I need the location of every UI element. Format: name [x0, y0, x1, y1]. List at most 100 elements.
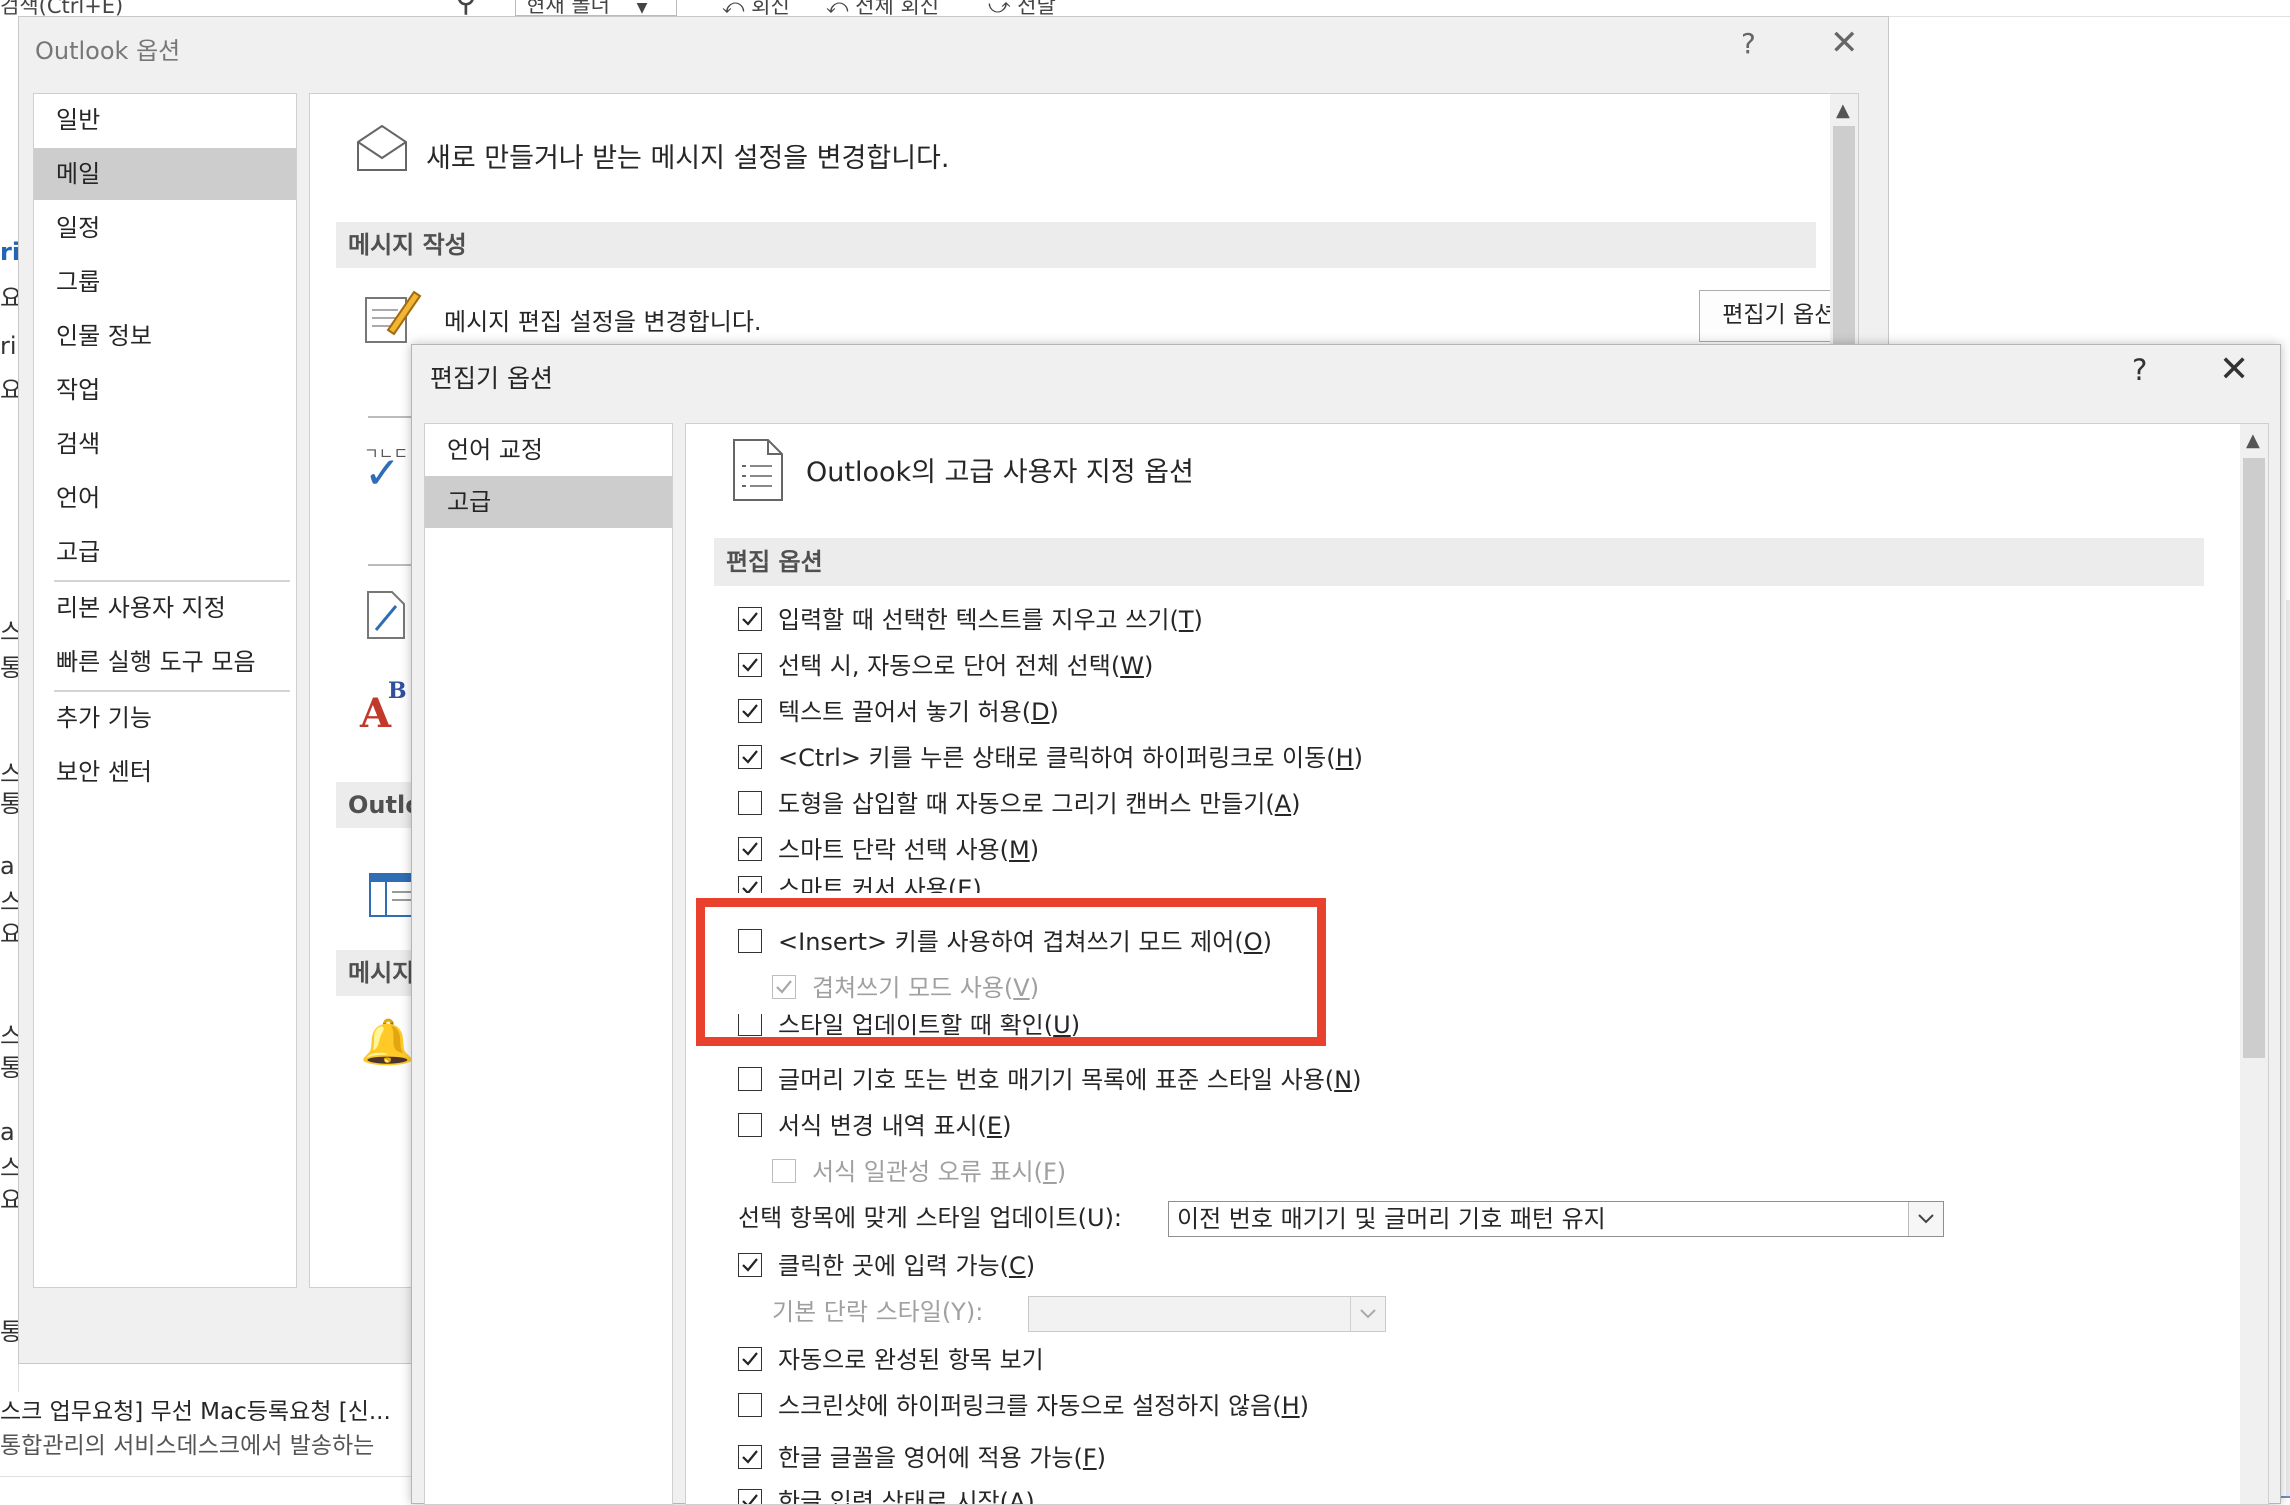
option-normal-style-lists[interactable]: 글머리 기호 또는 번호 매기기 목록에 표준 스타일 사용(N) — [738, 1060, 1362, 1100]
divider — [0, 1476, 420, 1477]
checkbox[interactable] — [738, 1113, 762, 1137]
section-editing-options: 편집 옵션 — [714, 538, 2204, 586]
nav-item-advanced[interactable]: 고급 — [34, 526, 296, 578]
nav-item-groups[interactable]: 그룹 — [34, 256, 296, 308]
access-key: W — [1120, 652, 1144, 680]
reply-all-button[interactable]: ⤺ 전체 회신 — [826, 0, 939, 16]
option-track-formatting[interactable]: 서식 변경 내역 표시(E) — [738, 1106, 1011, 1146]
nav-item-advanced[interactable]: 고급 — [425, 476, 672, 528]
nav-item-tasks[interactable]: 작업 — [34, 364, 296, 416]
option-label: 서식 변경 내역 표시 — [778, 1112, 978, 1140]
help-icon[interactable]: ? — [1741, 27, 1756, 60]
option-label: 클릭한 곳에 입력 가능 — [778, 1252, 1000, 1280]
access-key: M — [1008, 836, 1030, 864]
bell-icon: 🔔 — [360, 1017, 415, 1068]
option-smart-paragraph[interactable]: 스마트 단락 선택 사용(M) — [738, 830, 1039, 870]
option-label: 선택 시, 자동으로 단어 전체 선택 — [778, 652, 1111, 680]
background-scrollbar — [2286, 600, 2290, 1500]
checkbox[interactable] — [738, 607, 762, 631]
checkbox[interactable] — [738, 745, 762, 769]
scroll-thumb[interactable] — [2243, 458, 2265, 1058]
nav-item-customize-ribbon[interactable]: 리본 사용자 지정 — [34, 582, 296, 634]
options-nav: 일반 메일 일정 그룹 인물 정보 작업 검색 언어 고급 리본 사용자 지정 … — [33, 93, 297, 1288]
list-fragment: 통 — [0, 648, 18, 683]
scroll-up-icon[interactable]: ▲ — [1836, 100, 1850, 121]
nav-item-calendar[interactable]: 일정 — [34, 202, 296, 254]
checkbox[interactable] — [738, 1393, 762, 1417]
forward-icon: ⤻ — [988, 0, 1011, 17]
option-label: 도형을 삽입할 때 자동으로 그리기 캔버스 만들기 — [778, 790, 1266, 818]
option-no-auto-hyperlink-screenshot[interactable]: 스크린샷에 하이퍼링크를 자동으로 설정하지 않음(H) — [738, 1386, 1309, 1426]
option-label: 한글 글꼴을 영어에 적용 가능 — [778, 1444, 1074, 1472]
checkbox[interactable] — [738, 1347, 762, 1371]
nav-item-general[interactable]: 일반 — [34, 94, 296, 146]
folder-scope-value: 현재 폴더 — [526, 0, 610, 17]
nav-item-people[interactable]: 인물 정보 — [34, 310, 296, 362]
option-drag-and-drop[interactable]: 텍스트 끌어서 놓기 허용(D) — [738, 692, 1059, 732]
checkmark-icon — [742, 881, 758, 893]
checkbox[interactable] — [772, 1159, 796, 1183]
stationery-icon: A — [360, 690, 392, 737]
list-fragment: 요 — [0, 370, 18, 405]
search-icon[interactable]: ⚲ — [455, 0, 477, 16]
mail-preview: 통합관리의 서비스데스크에서 발송하는 — [0, 1433, 375, 1459]
chevron-down-icon[interactable] — [1908, 1202, 1943, 1236]
checkmark-icon — [742, 1258, 758, 1272]
list-fragment: 스 — [0, 882, 18, 917]
option-ctrl-click-hyperlink[interactable]: <Ctrl> 키를 누른 상태로 클릭하여 하이퍼링크로 이동(H) — [738, 738, 1363, 778]
option-korean-font-english[interactable]: 한글 글꼴을 영어에 적용 가능(F) — [738, 1438, 1106, 1478]
checkbox[interactable] — [738, 699, 762, 723]
checkmark-icon — [742, 704, 758, 718]
scroll-up-icon[interactable]: ▲ — [2246, 430, 2260, 451]
list-fragment: 스 — [0, 1016, 18, 1051]
edit-message-icon — [365, 290, 422, 343]
option-mark-formatting-inconsistencies[interactable]: 서식 일관성 오류 표시(F) — [772, 1152, 1066, 1192]
checkbox[interactable] — [738, 653, 762, 677]
option-smart-cursor[interactable]: 스마트 커서 사용(E) — [738, 869, 982, 893]
option-start-korean-input[interactable]: 한글 입력 상태로 시작(A) — [738, 1482, 1035, 1504]
access-key: F — [1042, 1158, 1057, 1186]
style-update-select[interactable]: 이전 번호 매기기 및 글머리 기호 패턴 유지 — [1168, 1201, 1944, 1237]
checkmark-icon — [742, 1352, 758, 1366]
nav-item-language[interactable]: 언어 — [34, 472, 296, 524]
checkbox[interactable] — [738, 1445, 762, 1469]
checkbox[interactable] — [738, 1253, 762, 1277]
list-fragment: ri — [0, 238, 19, 266]
chevron-down-icon — [1350, 1297, 1385, 1331]
close-icon[interactable]: ✕ — [1830, 23, 1859, 63]
option-label: 스크린샷에 하이퍼링크를 자동으로 설정하지 않음 — [778, 1392, 1273, 1420]
nav-item-quick-access-toolbar[interactable]: 빠른 실행 도구 모음 — [34, 636, 296, 688]
list-fragment: 요 — [0, 914, 18, 949]
checkbox[interactable] — [738, 791, 762, 815]
panel-scrollbar[interactable]: ▲ — [2240, 424, 2268, 1504]
access-key: H — [1335, 744, 1354, 772]
default-paragraph-style-select[interactable] — [1028, 1296, 1386, 1332]
option-show-autocomplete[interactable]: 자동으로 완성된 항목 보기 — [738, 1340, 1044, 1380]
forward-button[interactable]: ⤻ 전달 — [988, 0, 1056, 17]
nav-item-trust-center[interactable]: 보안 센터 — [34, 746, 296, 798]
folder-scope-select[interactable]: 현재 폴더 ▼ — [515, 0, 677, 16]
nav-item-search[interactable]: 검색 — [34, 418, 296, 470]
checkbox[interactable] — [738, 837, 762, 861]
nav-item-mail[interactable]: 메일 — [34, 148, 296, 200]
nav-item-add-ins[interactable]: 추가 기능 — [34, 692, 296, 744]
checkbox[interactable] — [738, 876, 762, 893]
checkbox[interactable] — [738, 1067, 762, 1091]
option-label: 텍스트 끌어서 놓기 허용 — [778, 698, 1022, 726]
help-icon[interactable]: ? — [2132, 353, 2147, 387]
option-typing-replaces-selection[interactable]: 입력할 때 선택한 텍스트를 지우고 쓰기(T) — [738, 600, 1203, 640]
option-click-and-type[interactable]: 클릭한 곳에 입력 가능(C) — [738, 1246, 1035, 1286]
list-fragment: ria — [0, 332, 18, 360]
stationery-icon-accent: B — [388, 678, 407, 704]
document-options-icon — [733, 439, 783, 501]
option-auto-select-word[interactable]: 선택 시, 자동으로 단어 전체 선택(W) — [738, 646, 1153, 686]
reply-button[interactable]: ⤺ 회신 — [722, 0, 790, 16]
option-auto-drawing-canvas[interactable]: 도형을 삽입할 때 자동으로 그리기 캔버스 만들기(A) — [738, 784, 1301, 824]
panel-header: Outlook의 고급 사용자 지정 옵션 — [806, 457, 1194, 488]
close-icon[interactable]: ✕ — [2219, 349, 2249, 390]
background-mail-item[interactable]: 스크 업무요청] 무선 Mac등록요청 [신... 통합관리의 서비스데스크에서… — [0, 1392, 420, 1502]
nav-item-proofing[interactable]: 언어 교정 — [425, 424, 672, 476]
style-update-value: 이전 번호 매기기 및 글머리 기호 패턴 유지 — [1177, 1205, 1606, 1233]
signature-icon — [367, 591, 405, 639]
checkmark-icon — [742, 842, 758, 856]
